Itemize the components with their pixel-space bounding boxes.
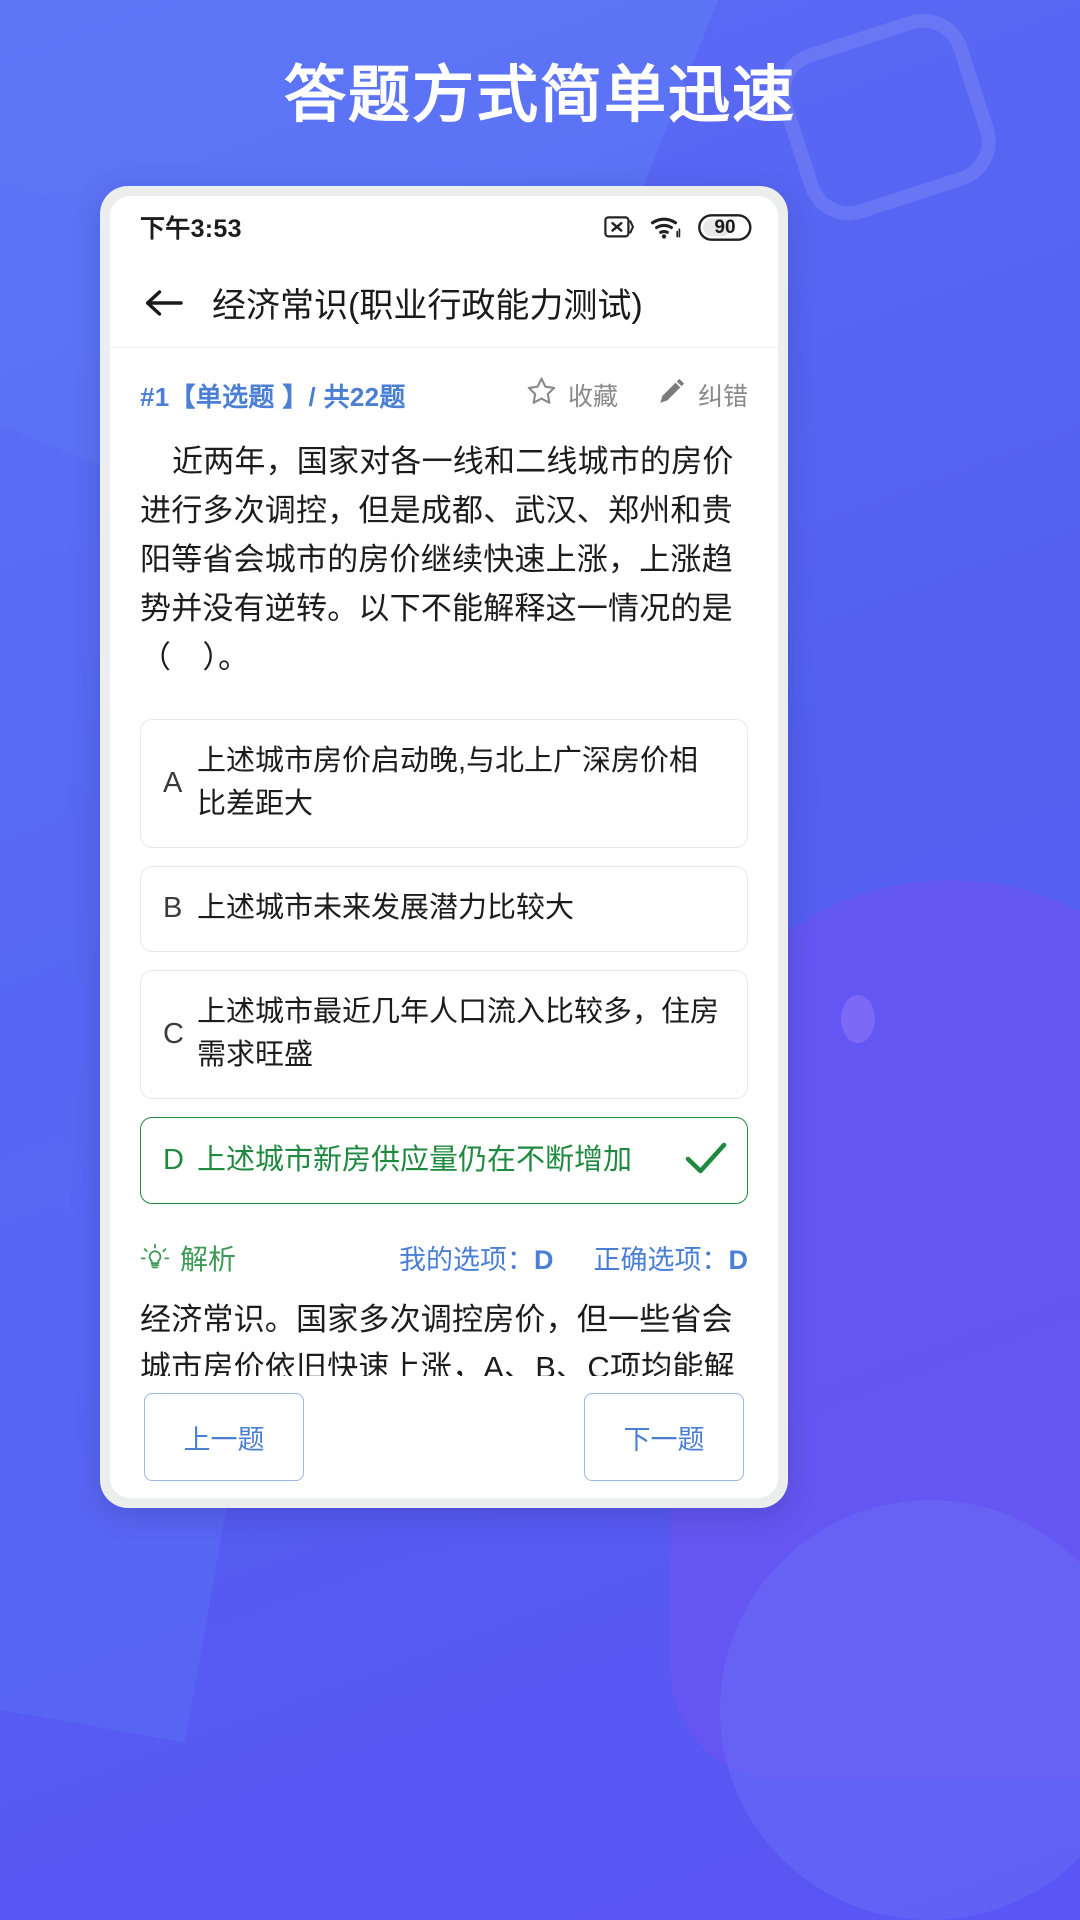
question-stem: 近两年，国家对各一线和二线城市的房价进行多次调控，但是成都、武汉、郑州和贵阳等省…	[140, 444, 734, 675]
favorite-button[interactable]: 收藏	[526, 376, 618, 414]
sim-card-off-icon	[604, 215, 634, 239]
back-arrow-icon[interactable]	[138, 277, 190, 329]
status-icon-group: 90	[604, 213, 752, 241]
bg-dot-right	[841, 995, 875, 1043]
app-bar: 经济常识(职业行政能力测试)	[110, 258, 778, 348]
option-d[interactable]: D 上述城市新房供应量仍在不断增加	[140, 1116, 748, 1204]
option-b-letter: B	[163, 892, 183, 925]
bottom-navigation-bar: 上一题 下一题	[110, 1376, 778, 1498]
battery-level-text: 90	[714, 216, 736, 238]
option-c-text: 上述城市最近几年人口流入比较多，住房需求旺盛	[197, 995, 720, 1072]
page-title: 经济常识(职业行政能力测试)	[212, 287, 643, 325]
correct-answer: 正确选项：D	[594, 1238, 749, 1277]
prev-question-button[interactable]: 上一题	[144, 1393, 304, 1481]
analysis-header: 解析 我的选项：D 正确选项：D	[140, 1238, 748, 1278]
my-answer-label: 我的选项：	[399, 1245, 534, 1276]
favorite-label: 收藏	[567, 383, 618, 411]
option-c-letter: C	[163, 1017, 184, 1050]
question-meta-row: #1【单选题 】/ 共22题 收藏 纠错	[140, 348, 748, 420]
pencil-icon	[656, 376, 687, 414]
correct-answer-label: 正确选项：	[593, 1245, 729, 1276]
report-error-button[interactable]: 纠错	[656, 376, 748, 414]
wifi-icon	[650, 215, 682, 240]
option-d-text: 上述城市新房供应量仍在不断增加	[197, 1143, 633, 1176]
option-c[interactable]: C 上述城市最近几年人口流入比较多，住房需求旺盛	[140, 969, 748, 1099]
option-a[interactable]: A 上述城市房价启动晚,与北上广深房价相比差距大	[140, 718, 748, 848]
report-error-label: 纠错	[697, 383, 748, 411]
promo-headline: 答题方式简单迅速	[283, 61, 796, 130]
option-b[interactable]: B 上述城市未来发展潜力比较大	[140, 865, 748, 952]
analysis-label: 解析	[180, 1243, 237, 1275]
question-content: #1【单选题 】/ 共22题 收藏 纠错 近两年，国家对各一线和二线城市的房价进…	[110, 348, 778, 1498]
next-question-button[interactable]: 下一题	[584, 1393, 744, 1481]
phone-screen: 下午3:53 90 经济常识(职业行政能力测试) #1【单选题 】/ 共22题 …	[110, 196, 778, 1498]
my-answer-value: D	[534, 1245, 554, 1276]
checkmark-icon	[683, 1138, 729, 1183]
option-d-letter: D	[163, 1143, 184, 1176]
lightbulb-icon	[140, 1243, 170, 1273]
answer-summary: 我的选项：D 正确选项：D	[399, 1238, 748, 1277]
option-a-letter: A	[163, 766, 183, 799]
my-answer: 我的选项：D	[399, 1238, 554, 1277]
correct-answer-value: D	[728, 1245, 749, 1276]
question-meta-actions: 收藏 纠错	[526, 376, 748, 414]
option-a-text: 上述城市房价启动晚,与北上广深房价相比差距大	[197, 744, 699, 821]
question-index-label: #1【单选题 】/ 共22题	[140, 381, 406, 412]
battery-icon: 90	[698, 213, 752, 241]
option-list: A 上述城市房价启动晚,与北上广深房价相比差距大 B 上述城市未来发展潜力比较大…	[140, 718, 748, 1204]
status-clock: 下午3:53	[140, 215, 242, 243]
analysis-title-group: 解析	[140, 1238, 236, 1278]
option-b-text: 上述城市未来发展潜力比较大	[197, 892, 575, 925]
status-bar: 下午3:53 90	[110, 196, 778, 258]
star-icon	[526, 376, 557, 414]
